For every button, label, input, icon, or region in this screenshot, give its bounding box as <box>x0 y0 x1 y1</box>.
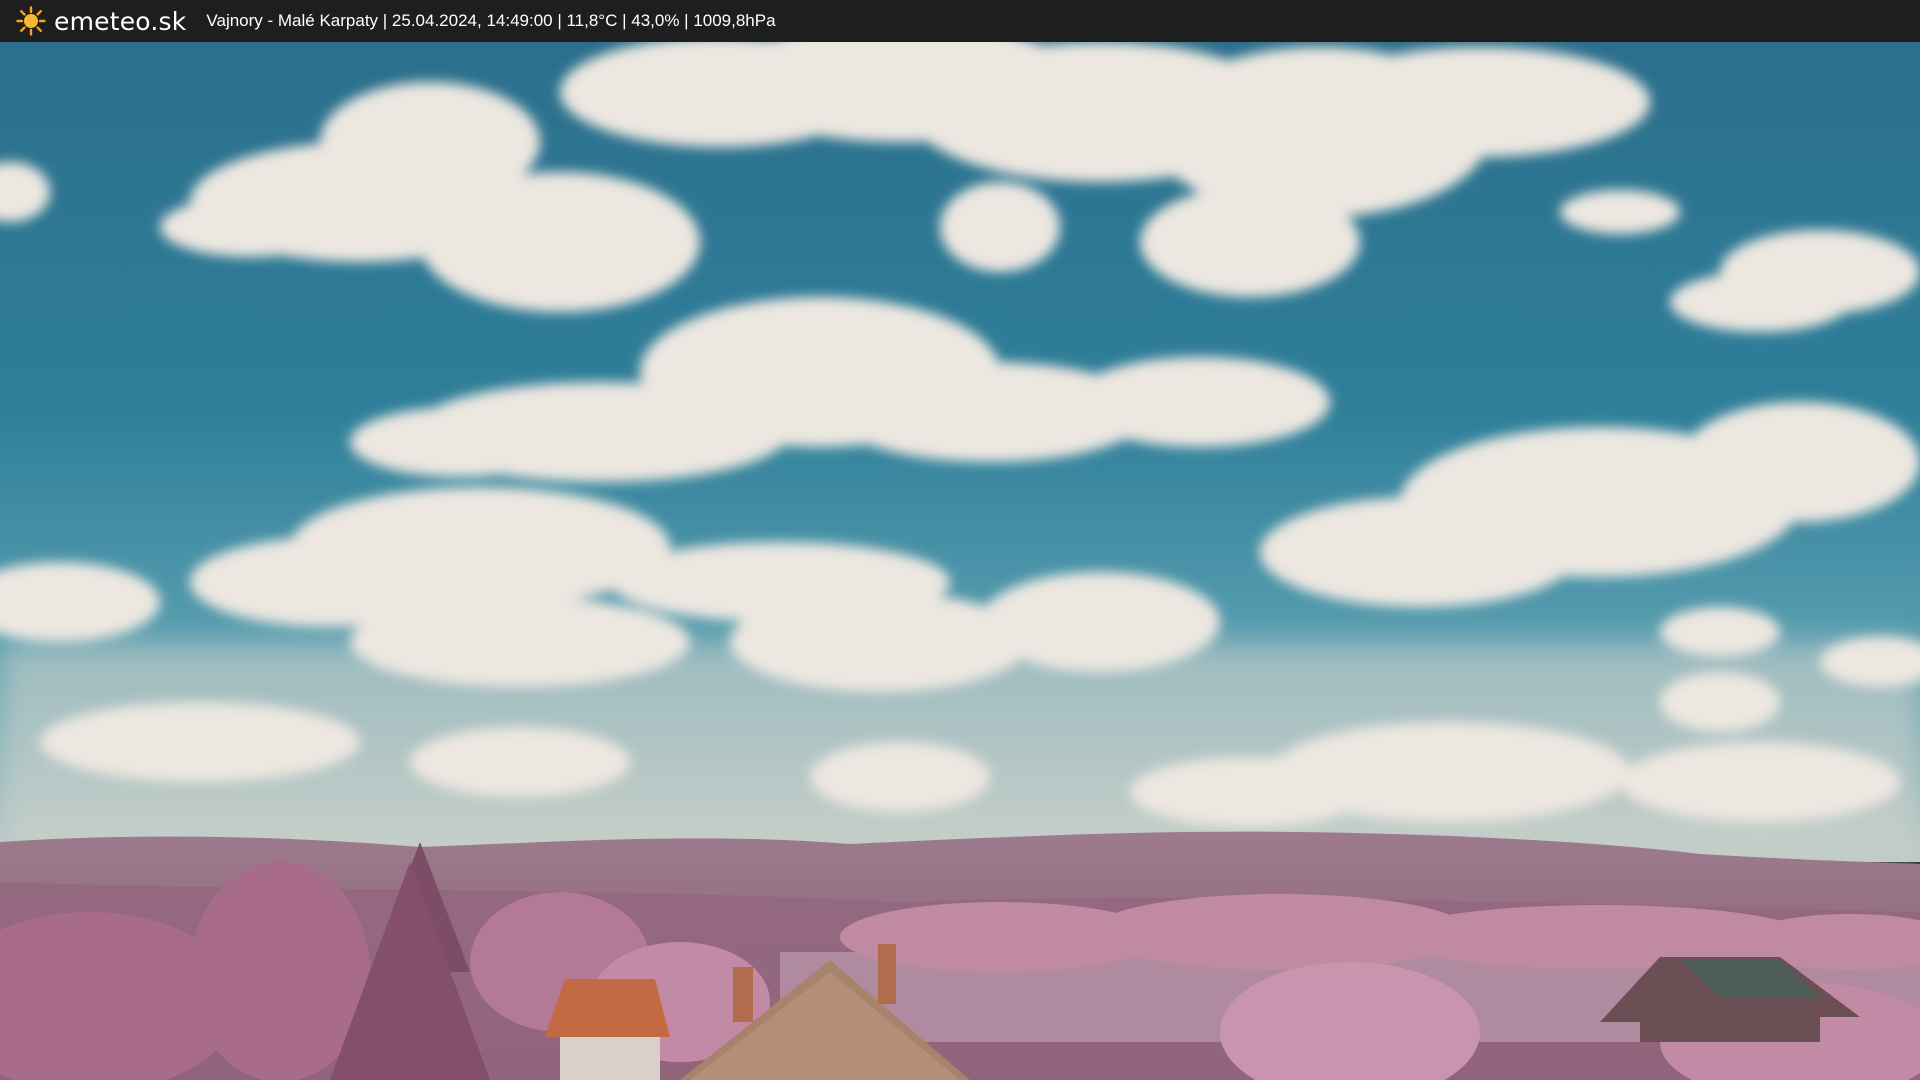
sun-icon <box>14 4 48 38</box>
webcam-frame: emeteo.sk Vajnory - Malé Karpaty | 25.04… <box>0 0 1920 1080</box>
webcam-image <box>0 42 1920 1080</box>
weather-caption: Vajnory - Malé Karpaty | 25.04.2024, 14:… <box>206 11 776 30</box>
header-bar: emeteo.sk Vajnory - Malé Karpaty | 25.04… <box>0 0 1920 42</box>
brand-name[interactable]: emeteo.sk <box>54 7 186 36</box>
